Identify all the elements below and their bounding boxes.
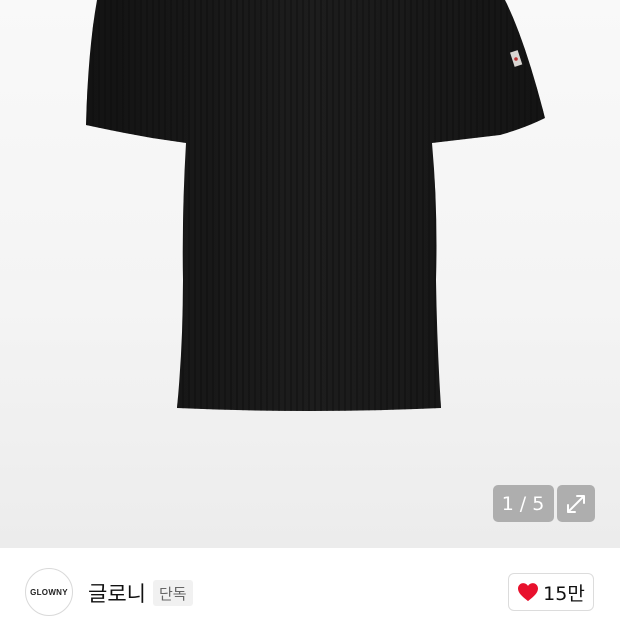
exclusive-badge: 단독: [153, 580, 193, 606]
total-pages: 5: [532, 492, 546, 515]
brand-name[interactable]: 글로니: [88, 578, 146, 608]
image-page-counter: 1 / 5: [493, 485, 554, 522]
brand-logo-text: GLOWNY: [30, 587, 68, 597]
expand-image-button[interactable]: [557, 485, 595, 522]
current-page: 1: [501, 492, 515, 515]
brand-logo[interactable]: GLOWNY: [25, 568, 73, 616]
heart-icon: [518, 583, 539, 602]
product-image-gallery[interactable]: 1 / 5: [0, 0, 620, 548]
expand-icon: [567, 494, 585, 513]
product-image: [86, 0, 545, 411]
page-separator: /: [519, 492, 528, 515]
like-count: 15만: [543, 582, 585, 605]
like-button[interactable]: 15만: [508, 573, 594, 611]
